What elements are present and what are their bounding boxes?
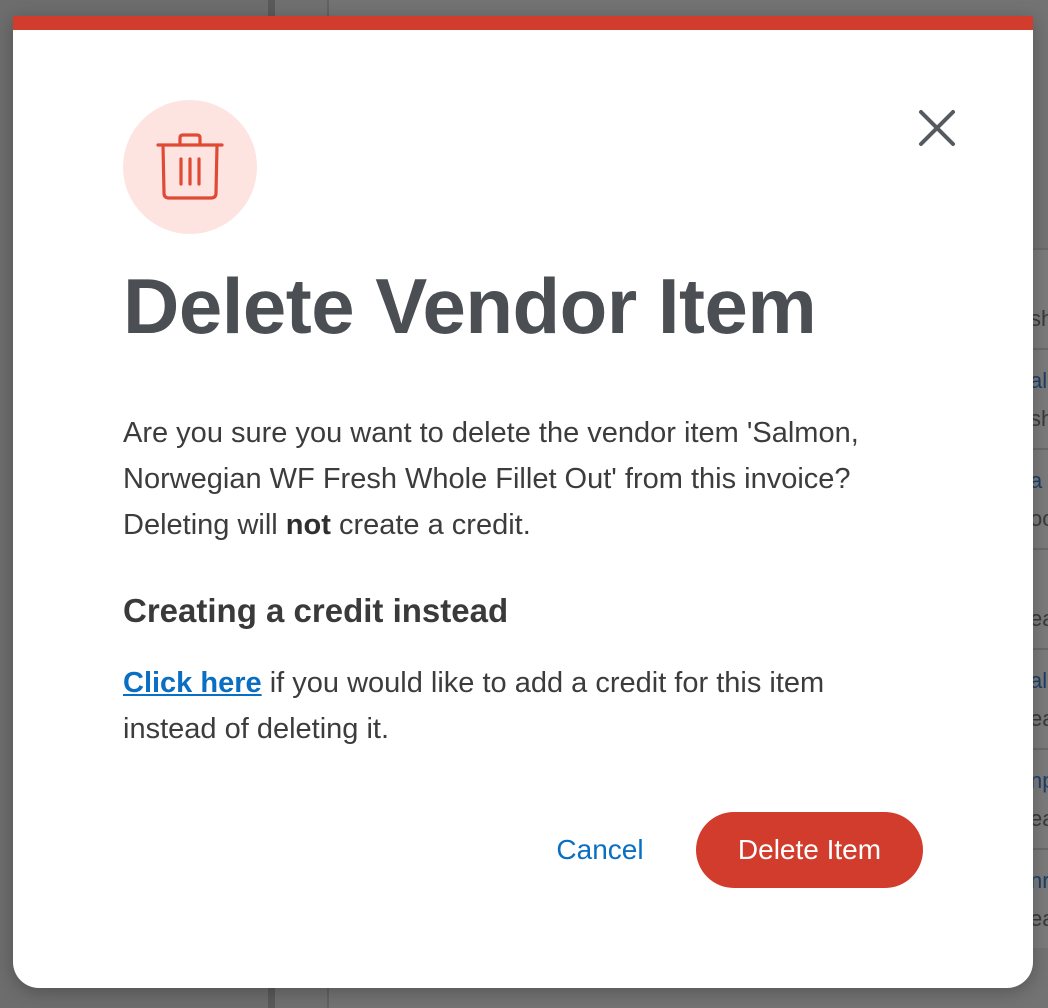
dialog-title: Delete Vendor Item	[123, 262, 817, 350]
table-row: sh	[1033, 248, 1048, 348]
table-row: ea	[1033, 548, 1048, 648]
delete-item-button[interactable]: Delete Item	[696, 812, 923, 888]
table-row: alm sh	[1033, 348, 1048, 448]
table-row: nr ea	[1033, 848, 1048, 948]
credit-instructions: Click here if you would like to add a cr…	[123, 660, 923, 752]
table-row: alm ea	[1033, 648, 1048, 748]
trash-icon	[156, 133, 224, 200]
table-row: a oc	[1033, 448, 1048, 548]
table-row: np ea	[1033, 748, 1048, 848]
dialog-message-text-end: create a credit.	[330, 509, 531, 541]
trash-icon-badge	[123, 100, 257, 234]
background-item-list: sh alm sh a oc ea alm ea np ea nr ea	[1033, 248, 1048, 948]
cancel-button[interactable]: Cancel	[543, 822, 657, 878]
add-credit-link[interactable]: Click here	[123, 667, 262, 699]
dialog-message: Are you sure you want to delete the vend…	[123, 410, 913, 548]
dialog-accent-bar	[13, 16, 1033, 30]
credit-section-title: Creating a credit instead	[123, 592, 509, 629]
close-button[interactable]	[911, 102, 963, 154]
dialog-message-emphasis: not	[285, 509, 331, 541]
close-icon	[919, 110, 955, 146]
delete-vendor-item-dialog: Delete Vendor Item Are you sure you want…	[13, 16, 1033, 988]
